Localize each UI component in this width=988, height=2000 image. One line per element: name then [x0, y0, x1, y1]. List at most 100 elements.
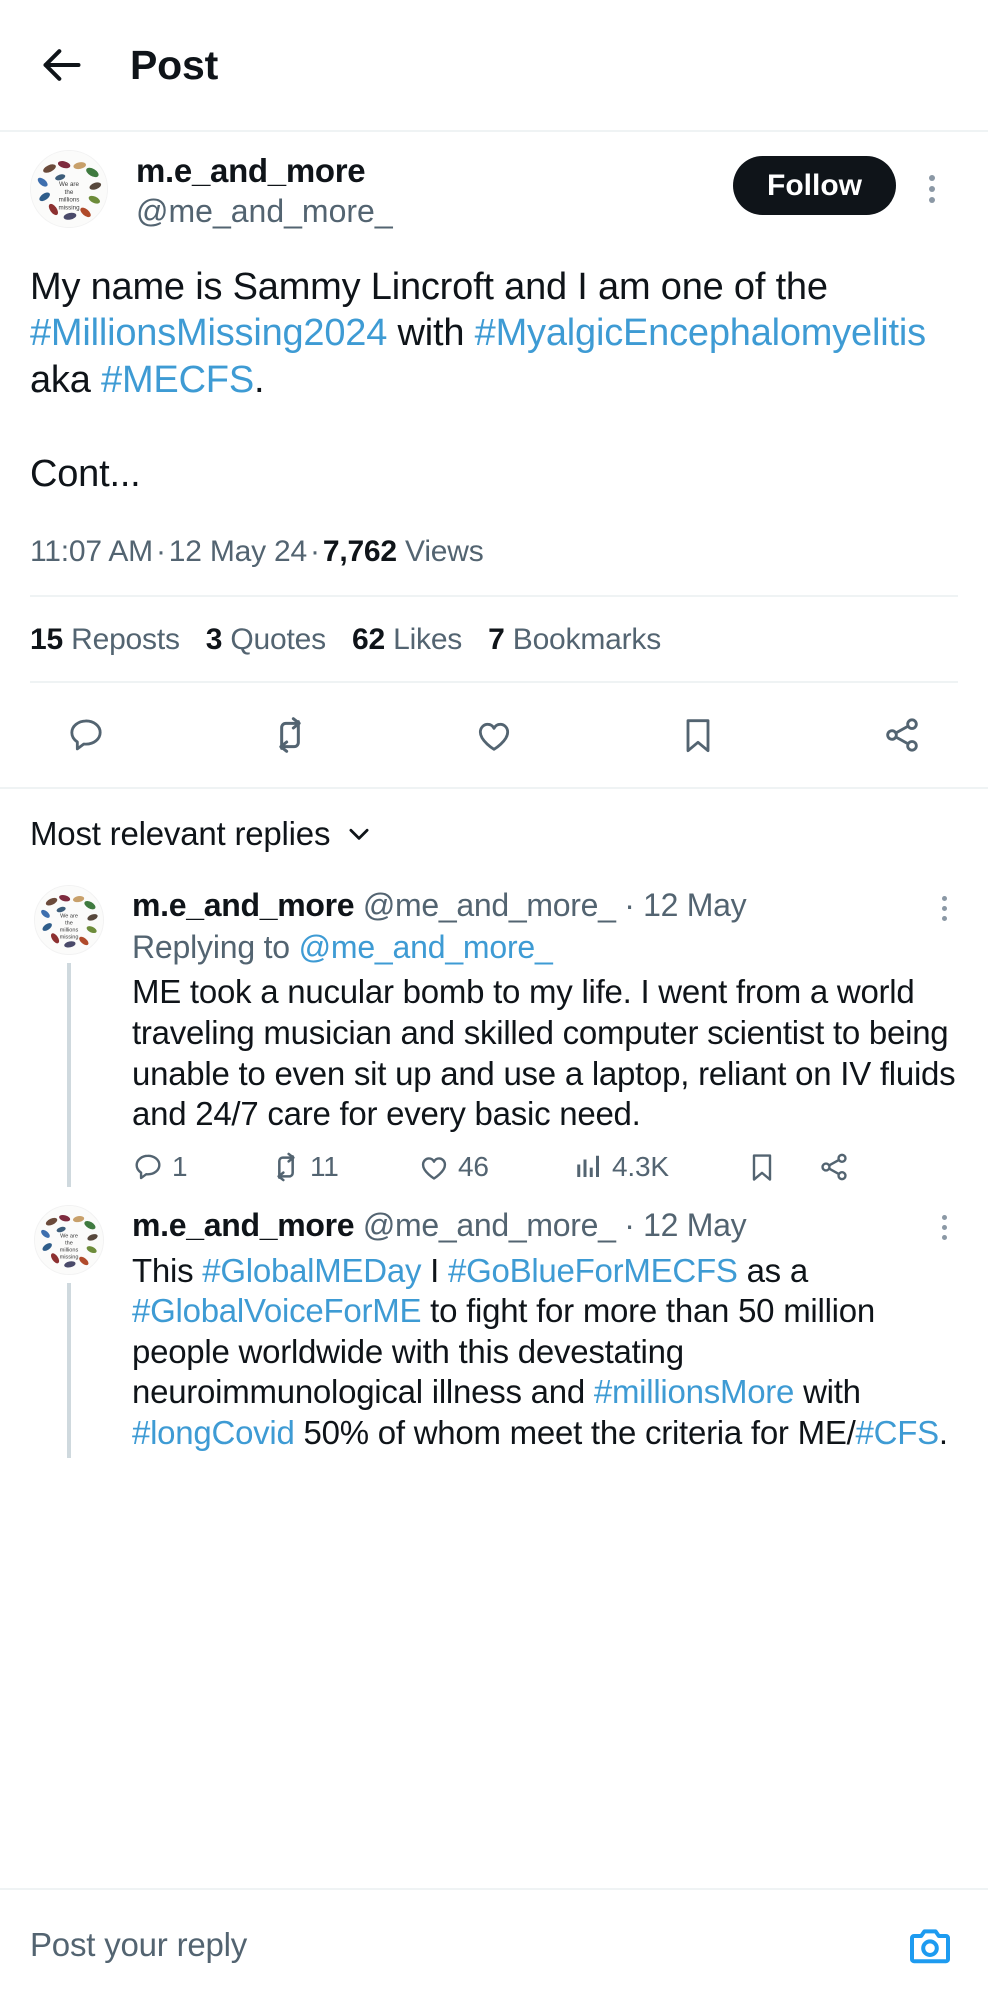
camera-icon: [910, 1929, 950, 1964]
repost-button[interactable]: [260, 707, 320, 763]
reply-button[interactable]: [56, 707, 116, 763]
reply-body-text: This #GlobalMEDay I #GoBlueForMECFS as a…: [132, 1251, 958, 1454]
hashtag-link[interactable]: #MyalgicEncephalomyelitis: [475, 312, 926, 354]
svg-text:millions: millions: [60, 1247, 79, 1253]
hashtag-link[interactable]: #GlobalVoiceForME: [132, 1292, 421, 1329]
reply-separator: ·: [624, 1206, 635, 1243]
author-display-name[interactable]: m.e_and_more: [136, 152, 393, 190]
arrow-left-icon: [43, 49, 81, 81]
svg-text:the: the: [65, 1240, 73, 1246]
replies-sort-control[interactable]: Most relevant replies: [0, 789, 988, 875]
reply-repost-button[interactable]: 11: [270, 1151, 418, 1183]
reply-handle[interactable]: @me_and_more_: [363, 887, 616, 923]
reply-text-segment: This: [132, 1251, 203, 1289]
reply-body-text: ME took a nucular bomb to my life. I wen…: [132, 973, 956, 1133]
reply-date[interactable]: 12 May: [643, 887, 746, 923]
avatar[interactable]: We are the millions missing: [30, 150, 108, 228]
more-dot: [941, 1215, 947, 1221]
reply-text-segment: as a: [737, 1251, 809, 1289]
stat-reposts[interactable]: 15 Reposts: [30, 623, 180, 657]
reply-more-button[interactable]: [924, 1207, 964, 1249]
reply-handle[interactable]: @me_and_more_: [363, 1207, 616, 1243]
follow-button[interactable]: Follow: [733, 156, 896, 215]
reply-separator: ·: [624, 887, 635, 924]
reply-input[interactable]: [30, 1926, 902, 1964]
main-post: We are the millions missing m.e_and_more…: [0, 132, 988, 787]
reply-bookmark-button[interactable]: [746, 1151, 818, 1183]
reply-views-button[interactable]: 4.3K: [574, 1151, 746, 1183]
bookmark-button[interactable]: [668, 707, 728, 763]
stat-quotes[interactable]: 3 Quotes: [206, 623, 326, 657]
repost-count: 11: [310, 1150, 339, 1182]
reply-display-name[interactable]: m.e_and_more: [132, 1207, 355, 1243]
svg-text:millions: millions: [60, 928, 79, 934]
stat-bookmarks[interactable]: 7 Bookmarks: [488, 623, 661, 657]
svg-text:missing: missing: [60, 935, 79, 941]
reply-count: 1: [172, 1150, 188, 1182]
svg-text:We are: We are: [60, 1233, 78, 1239]
like-button[interactable]: [464, 707, 524, 763]
share-button[interactable]: [872, 707, 932, 763]
more-dot: [929, 186, 935, 192]
repost-icon: [279, 717, 301, 754]
reply-author-row: m.e_and_more @me_and_more_ · 12 May: [132, 1205, 958, 1245]
reply-avatar-column: We are the millions missing: [30, 885, 108, 1187]
post-text-segment: My name is Sammy Lincroft and I am one o…: [30, 266, 828, 308]
views-chart-icon: [577, 1155, 599, 1177]
more-dot: [941, 1235, 947, 1241]
reply-action-bar: 1 11 46 4.3K: [132, 1151, 958, 1183]
like-icon: [478, 723, 510, 752]
post-more-button[interactable]: [912, 166, 952, 212]
post-text-segment: .: [253, 358, 265, 401]
stat-value: 7: [488, 623, 505, 657]
avatar[interactable]: We are the millions missing: [34, 1204, 104, 1275]
reply-text-segment: .: [938, 1414, 948, 1452]
post-text-segment: with: [387, 312, 475, 355]
reply-icon: [135, 1154, 161, 1180]
svg-text:We are: We are: [60, 914, 78, 920]
reply-reply-button[interactable]: 1: [132, 1151, 270, 1183]
post-author-row: We are the millions missing m.e_and_more…: [30, 150, 958, 246]
author-handle[interactable]: @me_and_more_: [136, 192, 393, 230]
reply-display-name[interactable]: m.e_and_more: [132, 887, 355, 923]
svg-text:We are: We are: [59, 181, 79, 188]
hashtag-link[interactable]: #GoBlueForMECFS: [448, 1252, 738, 1289]
avatar-image: We are the millions missing: [35, 1205, 103, 1274]
repost-icon: [277, 1152, 295, 1182]
camera-button[interactable]: [902, 1917, 958, 1973]
svg-text:missing: missing: [60, 1254, 79, 1260]
avatar[interactable]: We are the millions missing: [34, 885, 104, 956]
hashtag-link[interactable]: #MillionsMissing2024: [30, 312, 387, 354]
reply-date[interactable]: 12 May: [643, 1207, 746, 1243]
svg-text:missing: missing: [58, 204, 80, 211]
stat-likes[interactable]: 62 Likes: [352, 623, 462, 657]
more-dot: [941, 1225, 947, 1231]
more-dot: [941, 905, 947, 911]
replying-to-handle[interactable]: @me_and_more_: [299, 929, 553, 965]
post-text: My name is Sammy Lincroft and I am one o…: [30, 264, 958, 497]
reply-like-button[interactable]: 46: [418, 1151, 574, 1183]
hashtag-link[interactable]: #MECFS: [101, 359, 254, 401]
avatar-image: We are the millions missing: [35, 886, 103, 955]
reply-share-button[interactable]: [818, 1151, 850, 1183]
reply-text-segment: I: [421, 1251, 448, 1289]
hashtag-link[interactable]: #millionsMore: [594, 1373, 795, 1410]
thread-connector-line: [67, 1282, 71, 1458]
hashtag-link[interactable]: #CFS: [856, 1414, 940, 1451]
post-detail-screen: Post We are the millions missing m.e_and…: [0, 0, 988, 2000]
reply-more-button[interactable]: [924, 887, 964, 929]
more-dot: [941, 895, 947, 901]
page-title: Post: [130, 41, 219, 88]
stat-label: Likes: [393, 623, 463, 657]
post-text-continued: Cont...: [30, 453, 141, 496]
reply-avatar-column: We are the millions missing: [30, 1204, 108, 1458]
post-text-segment: aka: [30, 358, 102, 401]
svg-text:millions: millions: [59, 197, 80, 204]
reply-item: We are the millions missing m.e_and_more…: [0, 1187, 988, 1458]
back-button[interactable]: [30, 33, 94, 97]
replying-to-prefix: Replying to: [132, 929, 299, 966]
reply-item: We are the millions missing m.e_and_more…: [0, 875, 988, 1187]
reply-author-row: m.e_and_more @me_and_more_ · 12 May: [132, 885, 958, 925]
hashtag-link[interactable]: #GlobalMEDay: [202, 1252, 421, 1289]
hashtag-link[interactable]: #longCovid: [132, 1414, 295, 1451]
